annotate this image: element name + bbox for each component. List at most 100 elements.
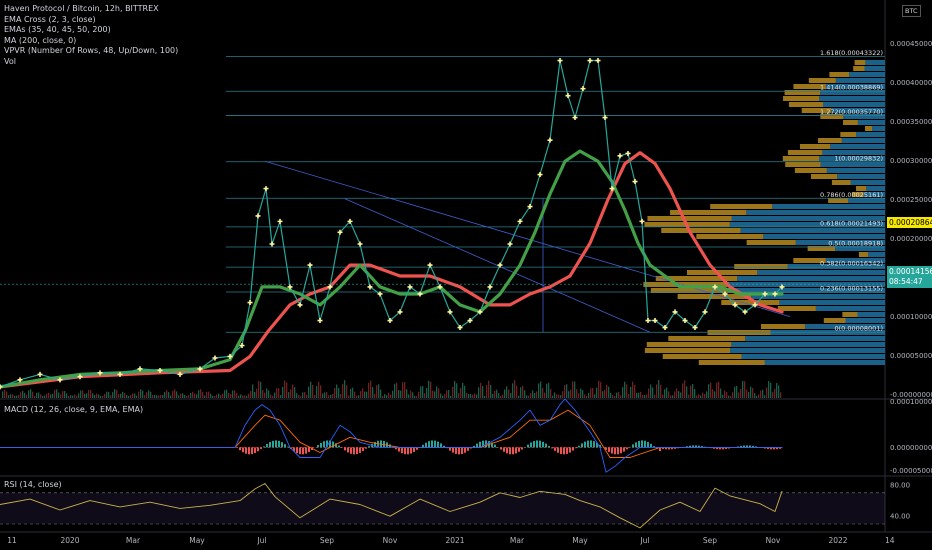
volume-bar bbox=[38, 392, 40, 398]
volume-bar bbox=[344, 380, 346, 398]
volume-bar bbox=[204, 395, 206, 398]
vpvr-row-up bbox=[757, 270, 885, 275]
vpvr-row-down bbox=[668, 336, 746, 341]
macd-label[interactable]: MACD (12, 26, close, 9, EMA, EMA) bbox=[4, 405, 143, 414]
macd-hist-bar bbox=[572, 447, 574, 451]
macd-hist-bar bbox=[425, 442, 427, 448]
cross-marker bbox=[645, 318, 651, 324]
legend-study-emas[interactable]: EMAs (35, 40, 45, 50, 200) bbox=[4, 25, 178, 36]
alert-price-tag[interactable]: 0.00020864 bbox=[887, 217, 932, 228]
volume-bar bbox=[240, 394, 242, 398]
volume-bar bbox=[540, 381, 542, 398]
volume-bar bbox=[410, 390, 412, 398]
time-axis-tick: Nov bbox=[766, 536, 781, 545]
macd-hist-bar bbox=[347, 447, 349, 453]
volume-bar bbox=[618, 391, 620, 398]
volume-bar bbox=[188, 395, 190, 398]
rsi-axis-tick: 80.00 bbox=[890, 482, 910, 490]
macd-hist-bar bbox=[404, 447, 406, 455]
volume-bar bbox=[102, 395, 104, 398]
volume-bar bbox=[534, 392, 536, 398]
current-price-value: 0.00014156 bbox=[889, 267, 932, 276]
volume-bar bbox=[714, 391, 716, 398]
volume-bar bbox=[122, 391, 124, 398]
volume-bar bbox=[196, 394, 198, 398]
volume-bar bbox=[676, 388, 678, 398]
legend-title[interactable]: Haven Protocol / Bitcoin, 12h, BITTREX bbox=[4, 4, 178, 15]
cross-marker bbox=[317, 318, 323, 324]
volume-bar bbox=[692, 383, 694, 398]
volume-bar bbox=[146, 392, 148, 398]
volume-bar bbox=[710, 382, 712, 398]
volume-bar bbox=[306, 394, 308, 398]
volume-bar bbox=[152, 394, 154, 398]
volume-bar bbox=[42, 395, 44, 398]
time-axis-tick: Sep bbox=[703, 536, 717, 545]
volume-bar bbox=[352, 387, 354, 398]
macd-hist-bar bbox=[452, 447, 454, 453]
fib-level-label: 0(0.00008001) bbox=[835, 325, 884, 333]
volume-bar bbox=[154, 395, 156, 398]
volume-bar bbox=[768, 381, 770, 398]
volume-bar bbox=[700, 395, 702, 398]
volume-bar bbox=[288, 392, 290, 398]
legend-study-vol[interactable]: Vol bbox=[4, 57, 178, 68]
vpvr-row-down bbox=[746, 240, 796, 245]
cross-marker bbox=[297, 302, 303, 308]
volume-bar bbox=[184, 394, 186, 398]
volume-bar bbox=[68, 395, 70, 398]
volume-bar bbox=[522, 385, 524, 398]
bar-countdown: 08:54:47 bbox=[889, 277, 923, 286]
volume-bar bbox=[400, 390, 402, 398]
macd-hist-bar bbox=[518, 447, 520, 452]
vpvr-row-down bbox=[686, 270, 758, 275]
chart-canvas[interactable]: 0.00045000 0.00040000 0.00035000 0.00030000… bbox=[0, 0, 932, 550]
volume-bar bbox=[688, 394, 690, 398]
vpvr-row-up bbox=[864, 66, 885, 71]
macd-hist-bar bbox=[266, 444, 268, 448]
volume-bar bbox=[466, 392, 468, 398]
legend-study-vpvr[interactable]: VPVR (Number Of Rows, 48, Up/Down, 100) bbox=[4, 46, 178, 57]
volume-bar bbox=[8, 395, 10, 398]
volume-bar bbox=[696, 395, 698, 398]
volume-bar bbox=[450, 395, 452, 398]
macd-hist-bar bbox=[545, 443, 547, 448]
macd-hist-bar bbox=[260, 447, 262, 449]
current-price-tag[interactable]: 0.00014156 08:54:47 bbox=[887, 266, 932, 288]
vpvr-row-up bbox=[764, 360, 885, 365]
macd-axis-tick: 0.00010000 bbox=[890, 398, 932, 406]
rsi-label[interactable]: RSI (14, close) bbox=[4, 480, 62, 489]
volume-bar bbox=[642, 395, 644, 398]
volume-bar bbox=[724, 390, 726, 398]
volume-bar bbox=[396, 382, 398, 398]
volume-bar bbox=[172, 390, 174, 398]
legend-study-ema-cross[interactable]: EMA Cross (2, 3, close) bbox=[4, 15, 178, 26]
volume-bar bbox=[654, 394, 656, 398]
volume-bar bbox=[406, 389, 408, 398]
vpvr-row-down bbox=[777, 306, 816, 311]
volume-bar bbox=[56, 389, 58, 398]
macd-hist-bar bbox=[248, 447, 250, 455]
vpvr-row-down bbox=[783, 96, 820, 101]
volume-bar bbox=[646, 394, 648, 398]
vpvr-row-down bbox=[831, 180, 851, 185]
volume-bar bbox=[314, 395, 316, 398]
currency-badge[interactable]: BTC bbox=[902, 5, 921, 17]
volume-bar bbox=[44, 395, 46, 398]
volume-bar bbox=[520, 387, 522, 398]
volume-bar bbox=[772, 392, 774, 398]
legend-study-ma[interactable]: MA (200, close, 0) bbox=[4, 36, 178, 47]
volume-bar bbox=[120, 393, 122, 398]
volume-bar bbox=[30, 389, 32, 398]
volume-bar bbox=[762, 389, 764, 398]
volume-bar bbox=[298, 395, 300, 398]
vpvr-row-down bbox=[647, 216, 732, 221]
vpvr-row-down bbox=[784, 90, 821, 95]
volume-bar bbox=[500, 395, 502, 398]
volume-bar bbox=[608, 386, 610, 398]
vpvr-row-up bbox=[737, 276, 885, 281]
vpvr-row-down bbox=[864, 126, 873, 131]
vpvr-row-up bbox=[872, 126, 885, 131]
vpvr-row-up bbox=[823, 102, 885, 107]
cross-marker bbox=[263, 186, 269, 192]
